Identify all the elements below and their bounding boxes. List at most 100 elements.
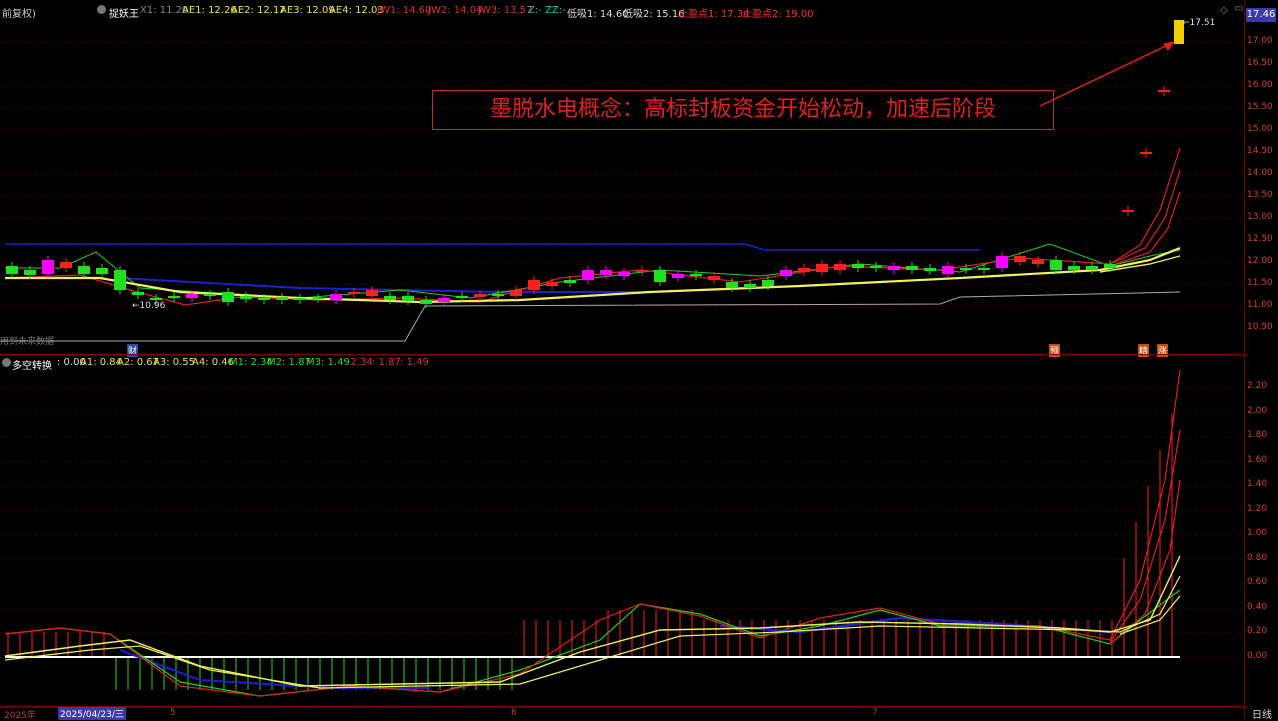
candle-body — [114, 270, 126, 290]
candle-body — [186, 294, 198, 298]
zy1-value: 止盈点1: 17.34 — [678, 9, 750, 20]
candle-body — [1032, 260, 1044, 264]
window-icon[interactable]: ▭ — [1234, 3, 1243, 14]
zy2-value: 止盈点2: 19.00 — [742, 9, 814, 20]
candle-body — [42, 260, 54, 274]
candle-body — [258, 298, 270, 300]
a1-value: A1: 0.84 — [80, 357, 123, 368]
period-label[interactable]: 日线 — [1252, 706, 1272, 721]
month-5: 5 — [170, 708, 176, 718]
jw1-value: JW1: 14.60 — [377, 5, 432, 16]
candle-body — [816, 264, 828, 272]
oscillator-tick: 0.80 — [1247, 552, 1268, 563]
candle-body — [762, 280, 774, 286]
price-tick: 16.00 — [1247, 80, 1273, 90]
ae4-value: AE4: 12.03 — [329, 5, 384, 16]
white-step-line — [0, 291, 1181, 342]
candle-body — [942, 266, 954, 274]
candlestick-chart[interactable] — [0, 20, 1244, 354]
oscillator-grid — [0, 387, 1244, 658]
blue-upper-line — [5, 243, 980, 251]
price-tick: 17.00 — [1247, 36, 1273, 46]
right-axis: 17.46 17.00 16.50 16.00 15.50 15.00 14.50 14.0… — [1244, 0, 1278, 718]
candle-body — [546, 282, 558, 286]
ae3-value: AE3: 12.09 — [280, 5, 335, 16]
sub-toggle-icon[interactable] — [2, 358, 11, 367]
oscillator-tick: 0.40 — [1247, 601, 1268, 612]
candle-body — [870, 266, 882, 268]
a3-value: A3: 0.55 — [153, 357, 196, 368]
indicator-name[interactable]: 捉妖王 — [109, 5, 139, 20]
price-tick: 10.50 — [1247, 322, 1273, 332]
oscillator-tick: 1.00 — [1247, 528, 1268, 538]
candle-body — [654, 270, 666, 282]
oscillator-tick: 1.40 — [1247, 479, 1268, 489]
price-tick: 14.50 — [1247, 146, 1273, 156]
candle-body — [6, 266, 18, 274]
price-tick: 16.50 — [1247, 58, 1273, 68]
candle-body — [528, 280, 540, 290]
sub-indicator-header: 多空转换 : 0.00 A1: 0.84 A2: 0.67 A3: 0.55 A… — [0, 356, 1244, 372]
candle-body — [636, 270, 648, 272]
r2-value: : 1.87 — [372, 357, 401, 368]
candle-body — [618, 272, 630, 276]
dx2-value: 低吸2: 15.16 — [623, 9, 685, 20]
candle-body — [204, 294, 216, 296]
candle-body — [492, 294, 504, 296]
candle-body — [24, 270, 36, 275]
adjust-label[interactable]: 前复权) — [2, 5, 36, 20]
toggle-icon[interactable] — [97, 5, 106, 14]
candle-body — [276, 297, 288, 300]
price-tick: 13.50 — [1247, 190, 1273, 200]
oscillator-tick: 2.20 — [1247, 381, 1268, 391]
oscillator-chart[interactable] — [0, 370, 1244, 706]
candle-body — [582, 270, 594, 280]
r3-value: : 1.49 — [400, 357, 429, 368]
candle-body — [996, 256, 1008, 268]
candle-body — [312, 298, 324, 299]
price-tick: 13.00 — [1247, 212, 1273, 222]
candle-body — [1068, 266, 1080, 270]
candle-body — [1122, 210, 1134, 212]
last-price-badge: 17.46 — [1246, 8, 1276, 22]
cursor-date: 2025/04/23/三 — [58, 707, 126, 720]
candle-body — [1014, 256, 1026, 262]
candle-body — [978, 268, 990, 270]
candle-body — [330, 294, 342, 300]
oscillator-tick: 1.60 — [1247, 454, 1268, 465]
candle-body — [780, 270, 792, 276]
m2-value: M2: 1.87 — [267, 357, 311, 368]
r1-value: : 2.34 — [344, 357, 373, 368]
price-grid — [0, 41, 1244, 329]
candle-body — [600, 270, 612, 275]
jw3-value: JW3: 13.57 — [478, 5, 533, 16]
candle-body — [798, 268, 810, 272]
future-data-label: 用到未来数据 — [0, 337, 55, 347]
diamond-icon[interactable]: ◇ — [1220, 5, 1228, 16]
price-tick: 12.50 — [1247, 234, 1273, 244]
candle-body — [906, 266, 918, 270]
a4-value: A4: 0.46 — [192, 357, 235, 368]
candle-body — [852, 264, 864, 268]
candle-body — [1140, 152, 1152, 154]
candle-body — [960, 268, 972, 270]
annotation-box: 墨脱水电概念：高标封板资金开始松动，加速后阶段 — [432, 90, 1054, 130]
month-7: 7 — [872, 708, 878, 718]
price-tick: 12.00 — [1247, 256, 1273, 266]
candle-body — [240, 296, 252, 299]
arrow-head-icon — [1163, 41, 1175, 51]
ae1-value: AE1: 12.26 — [182, 5, 237, 16]
dx1-value: 低吸1: 14.60 — [567, 9, 629, 20]
price-tick: 11.50 — [1247, 278, 1273, 288]
candle-body — [294, 298, 306, 300]
candle-body — [564, 280, 576, 283]
oscillator-tick: 1.20 — [1247, 503, 1268, 514]
candle-body — [438, 298, 450, 302]
year-label: 2025年 — [4, 711, 36, 721]
candle-body — [150, 298, 162, 300]
candle-body — [456, 296, 468, 298]
candle-body — [168, 296, 180, 298]
oscillator-tick: 0.60 — [1247, 577, 1268, 587]
candle-body — [708, 276, 720, 280]
ma-red2-line — [1109, 169, 1181, 265]
